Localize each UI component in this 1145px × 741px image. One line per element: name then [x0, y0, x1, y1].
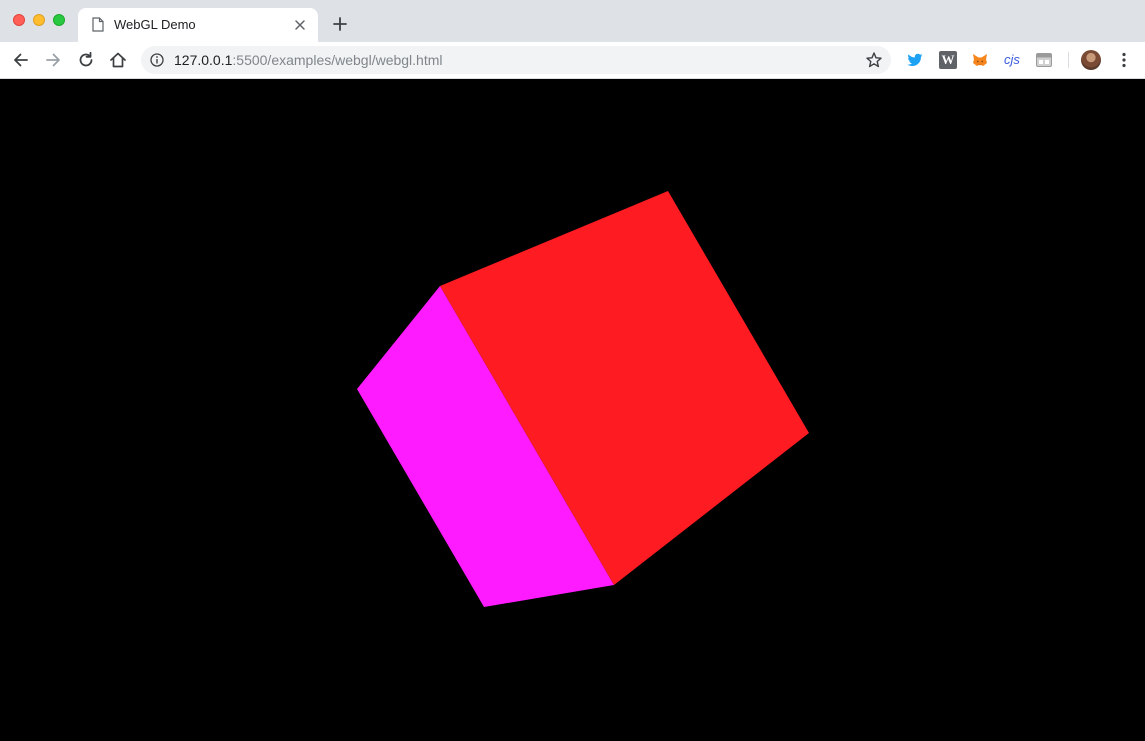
url-host: 127.0.0.1 — [174, 52, 233, 68]
window-close-button[interactable] — [13, 14, 25, 26]
reload-icon[interactable] — [76, 50, 96, 70]
home-icon[interactable] — [108, 50, 128, 70]
browser-window: WebGL Demo 127.0.0.1:5500/examples/webgl… — [0, 0, 1145, 741]
address-bar[interactable]: 127.0.0.1:5500/examples/webgl/webgl.html — [141, 46, 891, 74]
menu-dots-icon[interactable] — [1114, 50, 1134, 70]
browser-toolbar: 127.0.0.1:5500/examples/webgl/webgl.html… — [0, 42, 1145, 79]
url-text[interactable]: 127.0.0.1:5500/examples/webgl/webgl.html — [174, 52, 443, 68]
page-viewport — [0, 79, 1145, 741]
twitter-icon[interactable] — [906, 51, 924, 69]
info-icon[interactable] — [150, 53, 164, 67]
window-minimize-button[interactable] — [33, 14, 45, 26]
metamask-fox-icon[interactable] — [971, 51, 989, 69]
tab-webgl-demo[interactable]: WebGL Demo — [78, 8, 318, 42]
page-icon — [92, 17, 104, 32]
extension-w-button[interactable]: W — [939, 51, 957, 69]
tab-title: WebGL Demo — [114, 17, 196, 32]
webgl-canvas[interactable] — [0, 79, 1145, 741]
new-tab-icon[interactable] — [330, 14, 350, 34]
window-maximize-button[interactable] — [53, 14, 65, 26]
extension-cjs-button[interactable]: cjs — [1003, 51, 1021, 69]
forward-icon[interactable] — [43, 50, 63, 70]
close-tab-icon[interactable] — [292, 17, 308, 33]
bookmark-star-icon[interactable] — [865, 51, 883, 69]
tab-strip: WebGL Demo — [0, 0, 1145, 42]
back-icon[interactable] — [11, 50, 31, 70]
avatar[interactable] — [1081, 50, 1101, 70]
url-path: :5500/examples/webgl/webgl.html — [232, 52, 443, 68]
extension-icon[interactable] — [1035, 51, 1053, 69]
toolbar-separator — [1068, 52, 1069, 68]
